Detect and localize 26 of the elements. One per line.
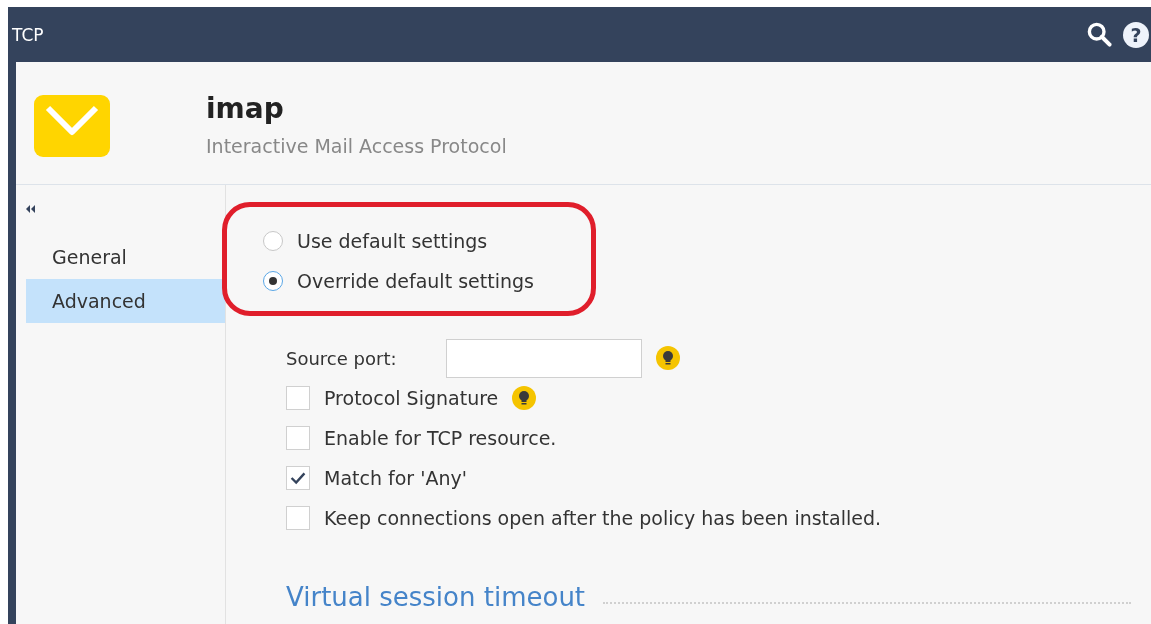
- sidebar-item[interactable]: Advanced: [26, 279, 225, 323]
- object-subtitle: Interactive Mail Access Protocol: [206, 135, 507, 157]
- checkbox-label: Match for 'Any': [324, 467, 467, 489]
- checkbox[interactable]: [286, 506, 310, 530]
- checkbox-label: Enable for TCP resource.: [324, 427, 557, 449]
- envelope-icon: [34, 95, 110, 157]
- radio-button[interactable]: [263, 231, 283, 251]
- section-title: Virtual session timeout: [286, 582, 586, 612]
- help-button[interactable]: ?: [1123, 21, 1149, 48]
- checkbox[interactable]: [286, 426, 310, 450]
- collapse-icon[interactable]: [26, 205, 36, 213]
- source-port-field[interactable]: [446, 338, 642, 378]
- field-label: Source port:: [286, 347, 398, 369]
- checkbox[interactable]: [286, 386, 310, 410]
- search-icon[interactable]: [1086, 21, 1113, 48]
- window-title: TCP: [12, 24, 44, 45]
- radio-button[interactable]: [263, 271, 283, 291]
- checkbox[interactable]: [286, 466, 310, 490]
- radio-label: Use default settings: [297, 230, 488, 252]
- lightbulb-icon[interactable]: [512, 386, 537, 410]
- sidebar-item[interactable]: General: [26, 235, 225, 279]
- checkbox-label: Keep connections open after the policy has been installed.: [324, 507, 882, 529]
- object-title: imap: [206, 92, 285, 125]
- lightbulb-icon[interactable]: [656, 346, 680, 370]
- radio-label: Override default settings: [297, 270, 534, 292]
- checkbox-label: Protocol Signature: [324, 387, 499, 409]
